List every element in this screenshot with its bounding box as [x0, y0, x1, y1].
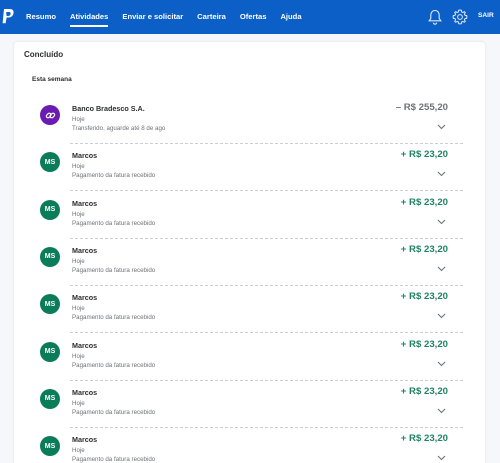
avatar: MS	[40, 436, 60, 457]
chevron-down-icon[interactable]	[437, 408, 446, 414]
transaction-row[interactable]: MS Marcos Hoje Pagamento da fatura recebido…	[14, 428, 485, 463]
transaction-date: Hoje	[72, 163, 85, 171]
transaction-amount: + R$ 23,20	[400, 433, 448, 445]
transaction-date: Hoje	[72, 305, 85, 313]
chevron-down-icon[interactable]	[437, 361, 446, 367]
week-title: Esta semana	[32, 76, 72, 83]
transaction-name: Marcos	[72, 198, 98, 208]
transaction-amount: + R$ 23,20	[400, 243, 448, 255]
transaction-amount: + R$ 23,20	[400, 196, 448, 208]
transaction-detail: Pagamento da fatura recebido	[72, 314, 156, 322]
nav-item-enviar-e-solicitar[interactable]: Enviar e solicitar	[122, 0, 183, 34]
avatar: MS	[40, 388, 60, 409]
transaction-name: Marcos	[72, 245, 98, 255]
avatar: MS	[40, 246, 60, 267]
nav-item-atividades[interactable]: Atividades	[69, 0, 109, 34]
top-navigation-bar: Resumo Atividades Enviar e solicitar Cartei…	[0, 0, 500, 34]
main-nav: Resumo Atividades Enviar e solicitar Cartei…	[26, 0, 316, 34]
transaction-amount: – R$ 255,20	[395, 102, 448, 113]
transaction-row[interactable]: MS Marcos Hoje Pagamento da fatura recebido…	[14, 381, 485, 428]
nav-item-carteira[interactable]: Carteira	[197, 0, 226, 34]
chevron-down-icon[interactable]	[437, 171, 446, 177]
transaction-detail: Pagamento da fatura recebido	[72, 408, 156, 416]
transaction-detail: Transferido, aguarde até 8 de ago	[72, 125, 166, 132]
transaction-detail: Pagamento da fatura recebido	[72, 172, 156, 180]
transaction-detail: Pagamento da fatura recebido	[72, 361, 156, 369]
link-icon	[45, 112, 55, 118]
bell-icon[interactable]	[428, 9, 442, 25]
transaction-row[interactable]: MS Marcos Hoje Pagamento da fatura recebido…	[14, 334, 485, 381]
chevron-down-icon[interactable]	[437, 266, 446, 272]
transaction-row[interactable]: MS Marcos Hoje Pagamento da fatura recebido…	[14, 192, 485, 239]
paypal-logo-icon[interactable]	[2, 8, 14, 26]
transaction-amount: + R$ 23,20	[400, 291, 448, 303]
transaction-date: Hoje	[72, 352, 85, 360]
nav-item-ofertas[interactable]: Ofertas	[240, 0, 267, 34]
transaction-name: Marcos	[72, 435, 98, 445]
transaction-date: Hoje	[72, 447, 85, 455]
activity-card: Concluído Esta semana Banco Bradesco S.A…	[14, 42, 485, 463]
transaction-name: Marcos	[72, 387, 98, 397]
nav-item-ajuda[interactable]: Ajuda	[280, 0, 301, 34]
transaction-name: Marcos	[72, 340, 98, 350]
transaction-name: Marcos	[72, 293, 98, 303]
chevron-down-icon[interactable]	[437, 313, 446, 319]
transaction-date: Hoje	[72, 399, 85, 407]
chevron-down-icon[interactable]	[437, 455, 446, 461]
transaction-name: Marcos	[72, 151, 98, 161]
transaction-detail: Pagamento da fatura recebido	[72, 456, 156, 463]
transaction-row[interactable]: MS Marcos Hoje Pagamento da fatura recebido…	[14, 239, 485, 286]
transaction-date: Hoje	[72, 257, 85, 265]
transaction-name: Banco Bradesco S.A.	[72, 104, 145, 113]
transaction-amount: + R$ 23,20	[400, 338, 448, 350]
transaction-row[interactable]: MS Marcos Hoje Pagamento da fatura recebido…	[14, 286, 485, 334]
chevron-down-icon[interactable]	[437, 219, 446, 225]
transaction-detail: Pagamento da fatura recebido	[72, 266, 156, 274]
avatar: MS	[40, 341, 60, 362]
avatar: MS	[40, 152, 60, 173]
transaction-date: Hoje	[72, 210, 85, 218]
avatar: MS	[40, 294, 60, 315]
transaction-date: Hoje	[72, 116, 85, 123]
avatar: MS	[40, 199, 60, 220]
transaction-row[interactable]: Banco Bradesco S.A. Hoje Transferido, agua…	[14, 97, 485, 144]
transaction-detail: Pagamento da fatura recebido	[72, 219, 156, 227]
avatar	[40, 105, 60, 125]
gear-icon[interactable]	[452, 9, 468, 25]
nav-item-resumo[interactable]: Resumo	[26, 0, 56, 34]
chevron-down-icon[interactable]	[437, 124, 446, 130]
transaction-row[interactable]: MS Marcos Hoje Pagamento da fatura recebido…	[14, 144, 485, 192]
transaction-amount: + R$ 23,20	[400, 385, 448, 397]
logout-button[interactable]: SAIR	[478, 12, 494, 19]
transaction-amount: + R$ 23,20	[400, 149, 448, 161]
section-title: Concluído	[24, 50, 64, 59]
